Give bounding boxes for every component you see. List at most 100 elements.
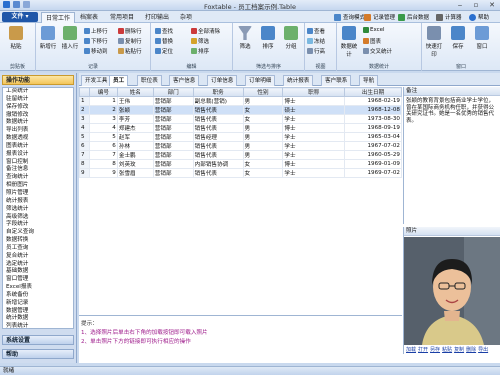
- sort-button[interactable]: 排序: [258, 26, 278, 50]
- new-row-button[interactable]: 新增行: [38, 26, 58, 50]
- table-cell[interactable]: 学士: [282, 132, 346, 142]
- table-cell[interactable]: 4: [88, 123, 118, 133]
- sidebar-item[interactable]: 导出列表: [3, 127, 73, 135]
- calculator-button[interactable]: 计算器: [436, 13, 462, 21]
- sidebar-item[interactable]: 筛选统计: [3, 206, 73, 214]
- stats-button[interactable]: 数据统计: [339, 26, 359, 58]
- table-row[interactable]: 9 9 张雪眉 营销部 销售代表女学士 1969-07-02: [79, 168, 402, 178]
- table-cell[interactable]: 1960-05-29: [344, 150, 402, 160]
- table-cell[interactable]: 2: [88, 105, 118, 115]
- sidebar-item[interactable]: 查询统计: [3, 174, 73, 182]
- column-header[interactable]: 性别: [242, 87, 284, 97]
- document-tab[interactable]: 订单明细: [245, 75, 276, 86]
- sidebar-item[interactable]: 驻留统计: [3, 96, 73, 104]
- document-tab[interactable]: 导航: [359, 75, 379, 86]
- table-cell[interactable]: 博士: [282, 159, 346, 169]
- table-row[interactable]: 3 3 李芳 营销部 销售代表女学士 1973-08-30: [79, 114, 402, 124]
- move-up-button[interactable]: 上移行: [84, 27, 108, 35]
- document-tab[interactable]: 客户信息: [169, 75, 200, 86]
- sidebar-item[interactable]: 数据转换: [3, 237, 73, 245]
- table-cell[interactable]: 营销部: [152, 114, 194, 124]
- table-cell[interactable]: 营销部: [152, 96, 194, 106]
- table-cell[interactable]: 营销部: [152, 168, 194, 178]
- delete-row-button[interactable]: 删除行: [118, 27, 142, 35]
- table-cell[interactable]: 7: [88, 150, 118, 160]
- tab-archive[interactable]: 档案表: [76, 12, 102, 23]
- quick-print-button[interactable]: 快速打印: [424, 26, 444, 58]
- document-tab[interactable]: 职位表: [137, 75, 162, 86]
- table-cell[interactable]: 6: [88, 141, 118, 151]
- table-cell[interactable]: 9: [88, 168, 118, 178]
- table-cell[interactable]: 1965-03-04: [344, 132, 402, 142]
- table-cell[interactable]: 销售代表: [192, 114, 244, 124]
- table-cell[interactable]: 8: [88, 159, 118, 169]
- table-cell[interactable]: 营销部: [152, 141, 194, 151]
- sidebar-item[interactable]: 自定义查询: [3, 229, 73, 237]
- save-button[interactable]: 保存: [448, 26, 468, 50]
- sidebar-item[interactable]: 复合统计: [3, 253, 73, 261]
- table-cell[interactable]: 营销部: [152, 132, 194, 142]
- view-button[interactable]: 查看: [307, 27, 325, 35]
- insert-row-button[interactable]: 插入行: [60, 26, 80, 50]
- table-cell[interactable]: 3: [88, 114, 118, 124]
- table-cell[interactable]: 销售代表: [192, 168, 244, 178]
- table-cell[interactable]: 女: [242, 159, 284, 169]
- document-tab[interactable]: 订单信息: [207, 75, 238, 86]
- table-cell[interactable]: 1973-08-30: [344, 114, 402, 124]
- sidebar-item[interactable]: 工资统计: [3, 88, 73, 96]
- column-header[interactable]: 部门: [152, 87, 194, 97]
- sidebar-item[interactable]: 字段统计: [3, 221, 73, 229]
- replace-button[interactable]: 替换: [155, 37, 173, 45]
- table-cell[interactable]: 张雪眉: [116, 168, 154, 178]
- table-cell[interactable]: 李芳: [116, 114, 154, 124]
- photo-link[interactable]: 复制: [454, 346, 464, 354]
- table-cell[interactable]: 男: [242, 132, 284, 142]
- close-icon[interactable]: ✕: [484, 0, 500, 10]
- table-cell[interactable]: 博士: [282, 96, 346, 106]
- filter-button[interactable]: 筛选: [235, 26, 255, 50]
- row-number[interactable]: 7: [79, 150, 90, 160]
- sidebar-item[interactable]: 员工查询: [3, 245, 73, 253]
- sidebar-item[interactable]: 报表设计: [3, 151, 73, 159]
- table-cell[interactable]: 1967-07-02: [344, 141, 402, 151]
- backend-data-button[interactable]: 后台数据: [398, 13, 429, 21]
- sidebar-footer-help[interactable]: 帮助: [2, 349, 74, 359]
- table-row[interactable]: 2 2 张颖 营销部 销售代表女硕士 1968-12-08: [79, 105, 402, 115]
- table-cell[interactable]: 内部销售协调: [192, 159, 244, 169]
- table-cell[interactable]: 孙林: [116, 141, 154, 151]
- row-number[interactable]: 8: [79, 159, 90, 169]
- table-row[interactable]: 7 7 金士鹏 营销部 销售代表男学士 1960-05-29: [79, 150, 402, 160]
- employee-photo[interactable]: [404, 237, 500, 345]
- table-cell[interactable]: 销售代表: [192, 105, 244, 115]
- table-row[interactable]: 5 5 赵军 营销部 销售经理男学士 1965-03-04: [79, 132, 402, 142]
- table-cell[interactable]: 销售经理: [192, 132, 244, 142]
- table-cell[interactable]: 营销部: [152, 159, 194, 169]
- table-cell[interactable]: 营销部: [152, 150, 194, 160]
- photo-link[interactable]: 加载: [406, 346, 416, 354]
- paste-row-button[interactable]: 粘贴行: [118, 47, 142, 55]
- table-cell[interactable]: 男: [242, 123, 284, 133]
- table-cell[interactable]: 学士: [282, 168, 346, 178]
- file-menu-button[interactable]: 文件 ▾: [2, 12, 38, 22]
- column-header[interactable]: 职务: [192, 87, 244, 97]
- column-header[interactable]: 出生日期: [344, 87, 402, 97]
- query-mode-button[interactable]: 查询模式: [334, 13, 365, 21]
- table-cell[interactable]: 1969-07-02: [344, 168, 402, 178]
- data-grid[interactable]: 编号 姓名 部门 职务 性别 职称 出生日期 1 1 王伟 营销部 副总裁(营销) 男博士 1968-0…: [79, 87, 402, 314]
- column-header[interactable]: 编号: [88, 87, 118, 97]
- table-cell[interactable]: 郑建杰: [116, 123, 154, 133]
- row-number[interactable]: 1: [79, 96, 90, 106]
- record-manage-button[interactable]: 记录管理: [364, 13, 395, 21]
- row-number[interactable]: 4: [79, 123, 90, 133]
- row-number[interactable]: 6: [79, 141, 90, 151]
- table-row[interactable]: 8 8 刘英玫 营销部 内部销售协调女博士 1969-01-09: [79, 159, 402, 169]
- row-height-button[interactable]: 行高: [307, 47, 325, 55]
- paste-button[interactable]: 粘贴: [6, 26, 26, 50]
- tab-daily[interactable]: 日常工作: [41, 12, 76, 23]
- table-cell[interactable]: 1969-01-09: [344, 159, 402, 169]
- row-number[interactable]: 2: [79, 105, 90, 115]
- table-cell[interactable]: 刘英玫: [116, 159, 154, 169]
- help-button[interactable]: 帮助: [469, 13, 489, 21]
- document-tab[interactable]: 客户联系: [321, 75, 352, 86]
- sidebar-item[interactable]: 照片管理: [3, 190, 73, 198]
